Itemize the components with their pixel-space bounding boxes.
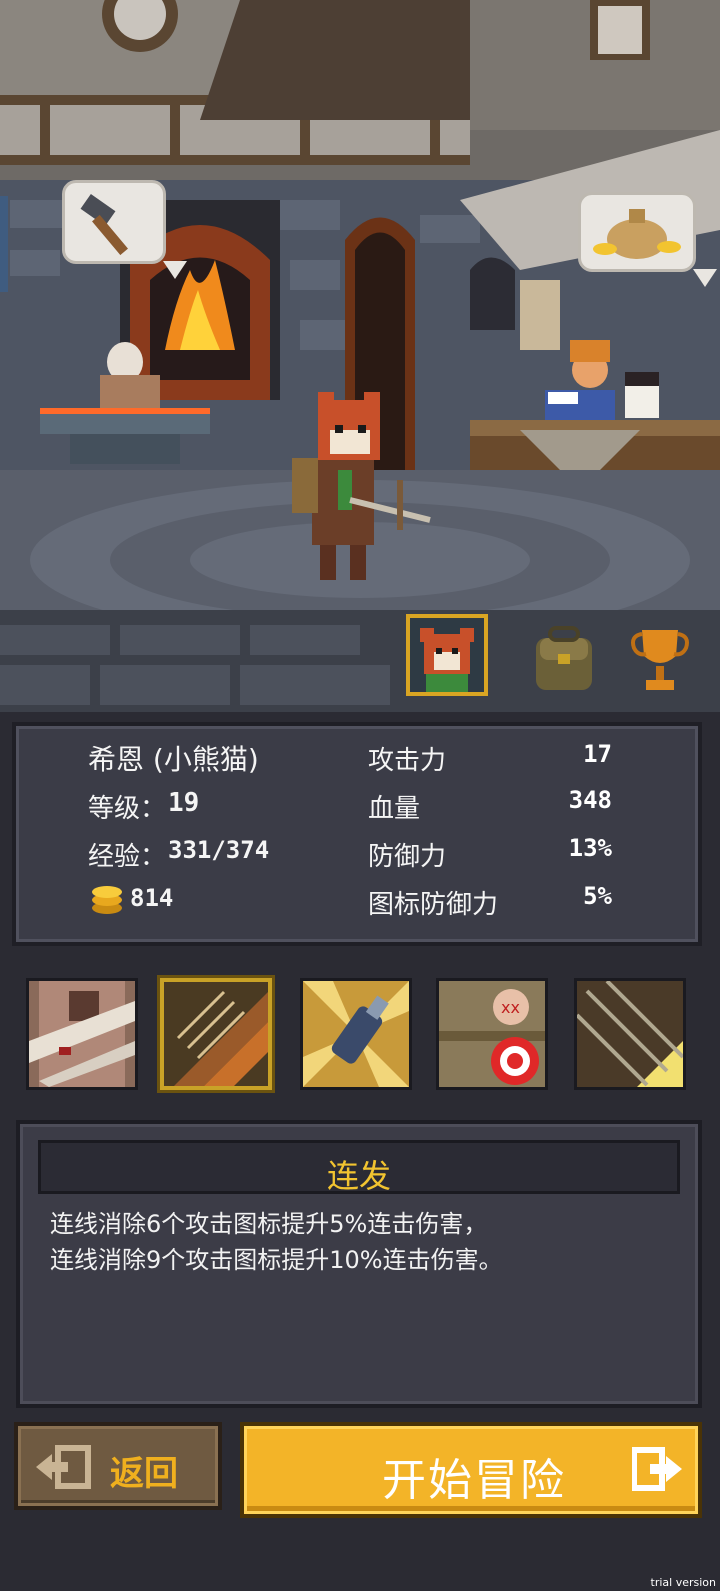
start-adventure-label: 开始冒险 — [382, 1455, 566, 1506]
exit-arrow-icon — [36, 1445, 91, 1489]
skill-slot-4[interactable]: xx — [436, 978, 548, 1090]
side-drawer-handle[interactable] — [0, 196, 8, 292]
hp-value: 348 — [568, 786, 612, 814]
exp-label: 经验： — [88, 842, 167, 872]
enter-arrow-icon — [632, 1447, 682, 1491]
gold-value: 814 — [130, 884, 174, 912]
skill-slot-5[interactable] — [574, 978, 686, 1090]
multi-arrow-icon — [164, 982, 268, 1086]
tab-character[interactable] — [406, 614, 488, 696]
volley-arrows-icon — [577, 981, 683, 1087]
tab-bag[interactable] — [526, 624, 602, 696]
skill-slot-2[interactable] — [160, 978, 272, 1090]
tavern-scene-art — [0, 0, 720, 712]
money-bag-icon — [593, 209, 681, 259]
skill-description-line-1: 连线消除6个攻击图标提升5%连击伤害， — [50, 1210, 488, 1238]
defense-label: 防御力 — [368, 842, 447, 872]
skill-title-bar: 连发 — [38, 1140, 680, 1195]
skill-slot-3[interactable] — [300, 978, 412, 1090]
bandaged-brute-icon — [29, 981, 135, 1087]
skill-title: 连发 — [326, 1157, 391, 1195]
back-button[interactable]: 返回 — [14, 1422, 222, 1510]
icon-defense-value: 5% — [583, 882, 612, 910]
start-adventure-button[interactable]: 开始冒险 — [240, 1422, 702, 1518]
bottle-icon — [303, 981, 409, 1087]
merchant-speech-bubble[interactable] — [578, 192, 717, 287]
svg-text:xx: xx — [501, 998, 520, 1017]
target-icon: xx — [439, 981, 545, 1087]
trial-watermark: trial version — [650, 1576, 716, 1589]
back-button-label: 返回 — [110, 1454, 178, 1494]
attack-label: 攻击力 — [368, 746, 447, 776]
skill-slot-1[interactable] — [26, 978, 138, 1090]
defense-value: 13% — [568, 834, 612, 862]
skill-description-line-2: 连线消除9个攻击图标提升10%连击伤害。 — [50, 1246, 503, 1274]
skill-description-panel: 连发 连线消除6个攻击图标提升5%连击伤害， 连线消除9个攻击图标提升10%连击… — [16, 1120, 702, 1408]
backpack-icon — [536, 626, 592, 690]
level-value: 19 — [168, 788, 200, 818]
level-label: 等级： — [88, 794, 167, 824]
gold-coin-icon — [90, 882, 124, 916]
trophy-icon — [631, 630, 689, 690]
character-stats-panel: 希恩 (小熊猫) 等级： 19 经验： 331/374 814 攻击力 17 血… — [12, 722, 702, 946]
icon-defense-label: 图标防御力 — [368, 890, 499, 920]
hammer-icon — [80, 194, 128, 256]
character-name: 希恩 (小熊猫) — [88, 743, 259, 776]
hp-label: 血量 — [368, 794, 421, 824]
game-scene — [0, 0, 720, 712]
tab-trophy[interactable] — [628, 624, 692, 698]
exp-value: 331/374 — [168, 836, 270, 864]
character-portrait-icon — [410, 618, 484, 692]
blacksmith-speech-bubble[interactable] — [62, 180, 187, 279]
attack-value: 17 — [583, 740, 612, 768]
